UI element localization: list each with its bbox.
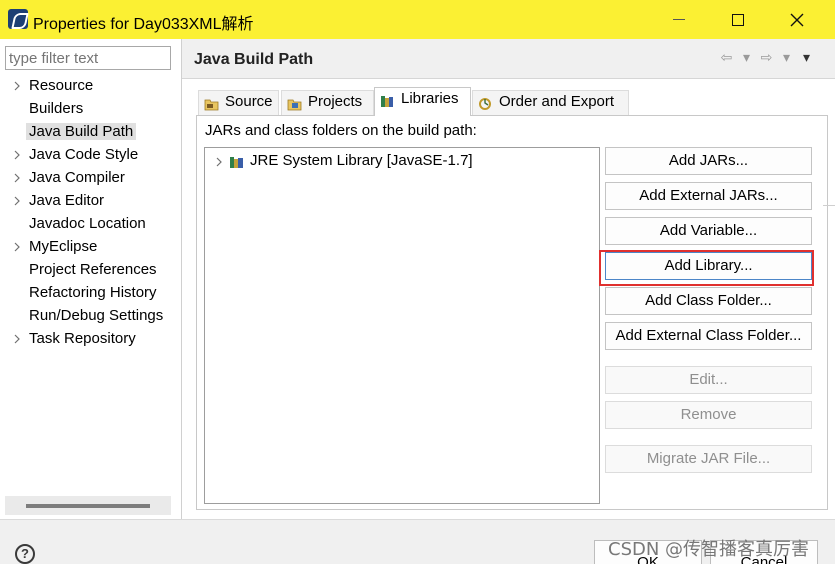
sidebar-item-label: Javadoc Location (29, 215, 146, 232)
tab-libraries[interactable]: Libraries (374, 87, 471, 116)
build-path-label: JARs and class folders on the build path… (205, 122, 477, 139)
forward-menu-chevron-icon[interactable]: ▾ (778, 49, 795, 66)
chevron-right-icon[interactable] (13, 173, 21, 183)
sidebar-item-task-repository[interactable]: Task Repository (0, 328, 181, 351)
tab-label: Order and Export (499, 93, 615, 110)
edge-divider (823, 205, 835, 206)
migrate-jar-file-button[interactable]: Migrate JAR File... (605, 445, 812, 473)
sidebar-item-label: Project References (29, 261, 157, 278)
add-external-jars-button[interactable]: Add External JARs... (605, 182, 812, 210)
back-arrow-icon[interactable]: ⇦ (718, 49, 735, 66)
sidebar-item-java-build-path[interactable]: Java Build Path (0, 121, 181, 144)
sidebar-item-label: MyEclipse (29, 238, 98, 255)
sidebar-item-java-compiler[interactable]: Java Compiler (0, 167, 181, 190)
sidebar-item-resource[interactable]: Resource (0, 75, 181, 98)
sidebar: Resource Builders Java Build Path Java C… (0, 39, 181, 519)
sidebar-item-label: Resource (29, 77, 94, 94)
sidebar-item-label: Builders (29, 100, 84, 117)
page-header: Java Build Path ⇦ ▾ ⇨ ▾ ▾ (182, 39, 835, 79)
filter-input[interactable] (5, 46, 171, 70)
sidebar-item-java-code-style[interactable]: Java Code Style (0, 144, 181, 167)
tab-bar: Source Projects Libraries Order and Expo… (198, 87, 828, 116)
view-menu-icon[interactable]: ▾ (798, 49, 815, 66)
scrollbar-thumb[interactable] (26, 504, 150, 508)
minimize-button[interactable] (650, 0, 708, 39)
add-external-class-folder-button[interactable]: Add External Class Folder... (605, 322, 812, 350)
projects-icon (287, 99, 302, 111)
sidebar-item-label: Java Compiler (29, 169, 125, 186)
source-folder-icon (204, 99, 219, 111)
chevron-right-icon[interactable] (13, 334, 21, 344)
libraries-tab-content: JARs and class folders on the build path… (196, 115, 828, 510)
close-icon (790, 13, 804, 26)
forward-arrow-icon[interactable]: ⇨ (758, 49, 775, 66)
watermark: CSDN @传智播客真厉害 (608, 539, 810, 560)
sidebar-item-javadoc-location[interactable]: Javadoc Location (0, 213, 181, 236)
add-variable-button[interactable]: Add Variable... (605, 217, 812, 245)
library-tree[interactable]: JRE System Library [JavaSE-1.7] (204, 147, 600, 504)
tab-label: Projects (308, 93, 363, 110)
tab-label: Source (225, 93, 273, 110)
chevron-right-icon[interactable] (13, 196, 21, 206)
sidebar-item-label: Refactoring History (29, 284, 157, 301)
libraries-icon (381, 96, 393, 107)
sidebar-item-label: Java Editor (29, 192, 105, 209)
sidebar-item-refactoring-history[interactable]: Refactoring History (0, 282, 181, 305)
sidebar-item-label: Java Build Path (26, 123, 137, 140)
page-title: Java Build Path (194, 51, 314, 68)
properties-page: Java Build Path ⇦ ▾ ⇨ ▾ ▾ Source Project… (182, 39, 835, 519)
tab-source[interactable]: Source (198, 90, 279, 115)
title-bar: Properties for Day033XML解析 (0, 0, 835, 39)
tab-order-and-export[interactable]: Order and Export (472, 90, 629, 115)
chevron-right-icon[interactable] (13, 150, 21, 160)
highlight-box (599, 250, 814, 286)
back-menu-chevron-icon[interactable]: ▾ (738, 49, 755, 66)
close-button[interactable] (768, 0, 826, 39)
add-class-folder-button[interactable]: Add Class Folder... (605, 287, 812, 315)
chevron-right-icon[interactable] (215, 157, 223, 167)
sidebar-item-label: Task Repository (29, 330, 136, 347)
remove-button[interactable]: Remove (605, 401, 812, 429)
sidebar-item-java-editor[interactable]: Java Editor (0, 190, 181, 213)
edit-button[interactable]: Edit... (605, 366, 812, 394)
property-tree: Resource Builders Java Build Path Java C… (0, 75, 181, 351)
tab-label: Libraries (401, 90, 459, 107)
sidebar-item-myeclipse[interactable]: MyEclipse (0, 236, 181, 259)
maximize-button[interactable] (709, 0, 767, 39)
add-jars-button[interactable]: Add JARs... (605, 147, 812, 175)
order-export-icon (479, 98, 491, 110)
maximize-icon (732, 13, 744, 26)
chevron-right-icon[interactable] (13, 242, 21, 252)
jre-library-icon (230, 157, 243, 168)
sidebar-item-label: Java Code Style (29, 146, 139, 163)
sidebar-item-label: Run/Debug Settings (29, 307, 164, 324)
minimize-icon (673, 19, 685, 20)
tab-projects[interactable]: Projects (281, 90, 374, 115)
sidebar-item-run-debug-settings[interactable]: Run/Debug Settings (0, 305, 181, 328)
page-navigation: ⇦ ▾ ⇨ ▾ ▾ (718, 49, 815, 66)
window-title: Properties for Day033XML解析 (33, 16, 254, 33)
horizontal-scrollbar[interactable] (5, 496, 171, 515)
sidebar-item-project-references[interactable]: Project References (0, 259, 181, 282)
sidebar-item-builders[interactable]: Builders (0, 98, 181, 121)
library-label: JRE System Library [JavaSE-1.7] (250, 152, 473, 169)
app-icon (8, 9, 28, 29)
chevron-right-icon[interactable] (13, 81, 21, 91)
help-icon[interactable]: ? (15, 544, 35, 564)
